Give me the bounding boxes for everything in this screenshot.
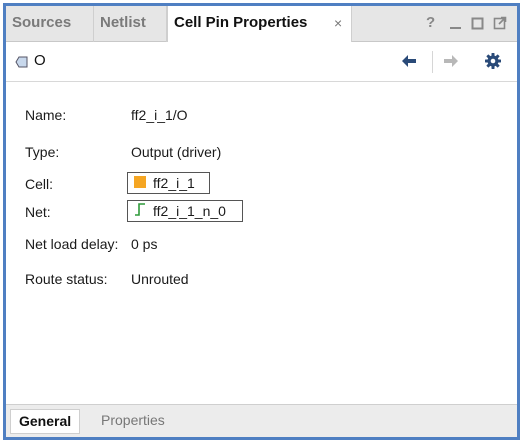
name-value: ff2_i_1/O — [131, 107, 188, 123]
bottom-tab-bar: General Properties — [6, 404, 517, 437]
net-link[interactable]: ff2_i_1_n_0 — [127, 200, 243, 222]
toolbar: O — [6, 42, 517, 82]
cell-value: ff2_i_1 — [153, 175, 195, 191]
tab-bar: Sources Netlist Cell Pin Properties × ? — [6, 6, 517, 43]
float-icon[interactable] — [493, 15, 509, 31]
cell-pin-properties-window: Sources Netlist Cell Pin Properties × ? … — [3, 3, 520, 440]
minimize-icon[interactable] — [449, 15, 465, 31]
back-arrow-icon[interactable] — [401, 54, 417, 71]
net-load-delay-value: 0 ps — [131, 236, 158, 252]
pin-icon — [15, 55, 29, 71]
gear-icon[interactable] — [485, 53, 501, 72]
tab-cell-pin-properties[interactable]: Cell Pin Properties — [167, 6, 352, 43]
net-load-delay-label: Net load delay: — [25, 236, 119, 252]
tab-general[interactable]: General — [10, 409, 81, 434]
route-status-value: Unrouted — [131, 271, 189, 287]
cell-label: Cell: — [25, 176, 54, 192]
tab-netlist[interactable]: Netlist — [94, 6, 167, 42]
net-value: ff2_i_1_n_0 — [153, 203, 226, 219]
route-status-label: Route status: — [25, 271, 108, 287]
tab-properties[interactable]: Properties — [101, 405, 165, 437]
forward-arrow-icon[interactable] — [443, 54, 459, 71]
toolbar-divider — [432, 51, 433, 73]
net-label: Net: — [25, 204, 51, 220]
net-icon — [134, 201, 146, 221]
name-label: Name: — [25, 107, 67, 123]
type-label: Type: — [25, 144, 60, 160]
cell-link[interactable]: ff2_i_1 — [127, 172, 210, 194]
help-icon[interactable]: ? — [426, 14, 442, 31]
tab-sources[interactable]: Sources — [6, 6, 94, 42]
cell-icon — [134, 173, 146, 193]
maximize-icon[interactable] — [471, 15, 487, 31]
tab-close-icon[interactable]: × — [334, 6, 342, 40]
object-name: O — [34, 52, 46, 69]
type-value: Output (driver) — [131, 144, 222, 160]
